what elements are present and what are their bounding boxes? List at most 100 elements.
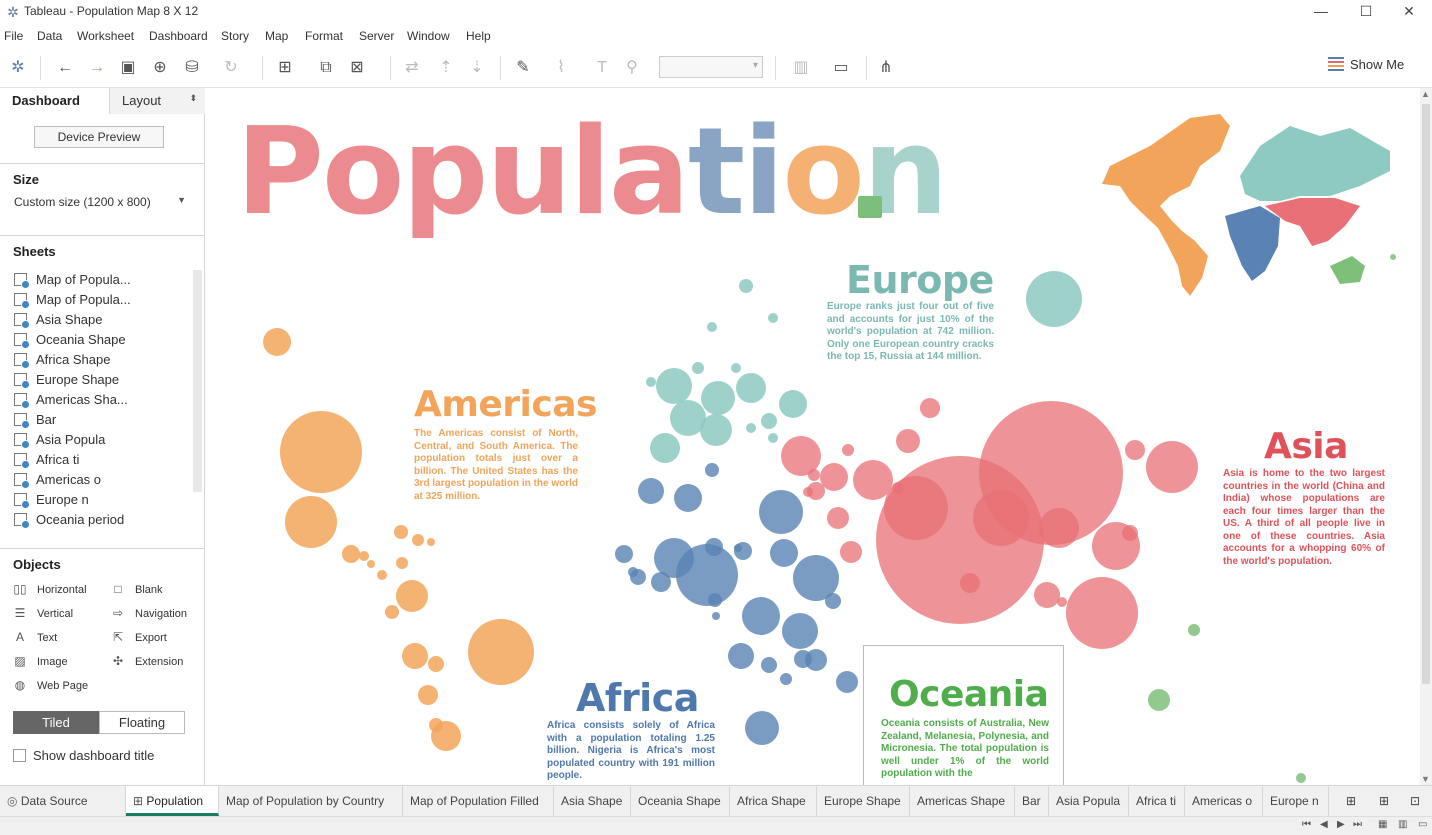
country-bubble[interactable]: [342, 545, 360, 563]
menu-data[interactable]: Data: [37, 29, 62, 43]
menu-worksheet[interactable]: Worksheet: [77, 29, 134, 43]
object-text[interactable]: A Text: [13, 630, 57, 644]
highlight-icon[interactable]: ✎: [512, 57, 534, 79]
country-bubble[interactable]: [705, 538, 723, 556]
country-bubble[interactable]: [396, 557, 408, 569]
object-web-page[interactable]: ◍ Web Page: [13, 678, 88, 692]
country-bubble[interactable]: [770, 539, 798, 567]
sheet-item[interactable]: Americas Sha...: [14, 392, 128, 410]
sheet-sorter-icon[interactable]: ▦: [1378, 819, 1387, 830]
country-bubble[interactable]: [650, 433, 680, 463]
country-bubble[interactable]: [428, 656, 444, 672]
country-bubble[interactable]: [745, 711, 779, 745]
object-blank[interactable]: □ Blank: [111, 582, 162, 596]
country-bubble[interactable]: [782, 613, 818, 649]
sheet-item[interactable]: Oceania period: [14, 512, 124, 530]
country-bubble[interactable]: [836, 671, 858, 693]
filmstrip-icon[interactable]: ▥: [1398, 819, 1407, 830]
tiled-toggle[interactable]: Tiled: [13, 711, 99, 734]
country-bubble[interactable]: [1057, 597, 1067, 607]
object-image[interactable]: ▨ Image: [13, 654, 67, 668]
country-bubble[interactable]: [761, 657, 777, 673]
country-bubble[interactable]: [840, 541, 862, 563]
country-bubble[interactable]: [674, 484, 702, 512]
menu-map[interactable]: Map: [265, 29, 288, 43]
tab-asia-shape[interactable]: Asia Shape: [554, 786, 631, 816]
country-bubble[interactable]: [394, 525, 408, 539]
new-data-source-icon[interactable]: ⊕: [149, 57, 171, 79]
sheet-item[interactable]: Americas o: [14, 472, 101, 490]
tab-map-population-filled[interactable]: Map of Population Filled: [403, 786, 554, 816]
country-bubble[interactable]: [768, 313, 778, 323]
sheet-item[interactable]: Africa ti: [14, 452, 79, 470]
scroll-thumb[interactable]: [1422, 104, 1430, 684]
menu-format[interactable]: Format: [305, 29, 343, 43]
country-bubble[interactable]: [359, 551, 369, 561]
country-bubble[interactable]: [1026, 271, 1082, 327]
tab-europe-n[interactable]: Europe n: [1263, 786, 1329, 816]
menu-server[interactable]: Server: [359, 29, 394, 43]
show-mark-labels-icon[interactable]: T: [591, 57, 613, 79]
object-vertical[interactable]: ☰ Vertical: [13, 606, 73, 620]
sheet-item[interactable]: Europe n: [14, 492, 89, 510]
bubble-map[interactable]: [206, 88, 1420, 785]
country-bubble[interactable]: [820, 463, 848, 491]
country-bubble[interactable]: [768, 433, 778, 443]
tab-europe-shape[interactable]: Europe Shape: [817, 786, 910, 816]
tableau-home-icon[interactable]: ✲: [7, 57, 29, 79]
new-dashboard-icon[interactable]: ⊞: [1372, 786, 1402, 816]
tab-data-source[interactable]: ◎ Data Source: [0, 786, 126, 816]
country-bubble[interactable]: [692, 362, 704, 374]
sheets-scrollbar[interactable]: [193, 270, 202, 492]
country-bubble[interactable]: [418, 685, 438, 705]
menu-window[interactable]: Window: [407, 29, 450, 43]
country-bubble[interactable]: [761, 413, 777, 429]
object-extension[interactable]: ✣ Extension: [111, 654, 183, 668]
country-bubble[interactable]: [1146, 441, 1198, 493]
device-preview-button[interactable]: Device Preview: [34, 126, 164, 148]
country-bubble[interactable]: [263, 328, 291, 356]
country-bubble[interactable]: [1125, 440, 1145, 460]
save-icon[interactable]: ▣: [117, 57, 139, 79]
country-bubble[interactable]: [731, 363, 741, 373]
country-bubble[interactable]: [656, 368, 692, 404]
share-icon[interactable]: ⋔: [875, 57, 897, 79]
object-horizontal[interactable]: ▯▯ Horizontal: [13, 582, 86, 596]
country-bubble[interactable]: [285, 496, 337, 548]
sort-descending-icon[interactable]: ⇣: [466, 57, 488, 79]
tab-dashboard[interactable]: Dashboard: [0, 88, 110, 114]
size-dropdown[interactable]: Custom size (1200 x 800) ▼: [14, 195, 190, 209]
new-worksheet-icon[interactable]: ⊞: [274, 57, 296, 79]
country-bubble[interactable]: [396, 580, 428, 612]
country-bubble[interactable]: [742, 597, 780, 635]
country-bubble[interactable]: [468, 619, 534, 685]
country-bubble[interactable]: [825, 593, 841, 609]
minimize-button[interactable]: —: [1298, 0, 1344, 24]
refresh-icon[interactable]: ↻: [220, 57, 242, 79]
duplicate-sheet-icon[interactable]: ⧉: [315, 57, 337, 79]
country-bubble[interactable]: [651, 572, 671, 592]
country-bubble[interactable]: [973, 490, 1029, 546]
country-bubble[interactable]: [808, 469, 820, 481]
scroll-up-icon[interactable]: ▲: [1421, 89, 1430, 99]
clear-sheet-icon[interactable]: ⊠: [346, 57, 368, 79]
tabs-view-icon[interactable]: ▭: [1418, 819, 1427, 830]
country-bubble[interactable]: [853, 460, 893, 500]
floating-toggle[interactable]: Floating: [99, 711, 185, 734]
tab-americas-shape[interactable]: Americas Shape: [910, 786, 1015, 816]
country-bubble[interactable]: [1390, 254, 1396, 260]
fit-dropdown[interactable]: [659, 56, 763, 78]
prev-sheet-icon[interactable]: ◀: [1320, 819, 1328, 830]
tab-layout[interactable]: Layout ⬍: [110, 88, 205, 114]
country-bubble[interactable]: [402, 643, 428, 669]
fix-axes-icon[interactable]: ⚲: [621, 57, 643, 79]
tab-africa-ti[interactable]: Africa ti: [1129, 786, 1185, 816]
show-dashboard-title-checkbox[interactable]: Show dashboard title: [13, 748, 154, 763]
country-bubble[interactable]: [1034, 582, 1060, 608]
country-bubble[interactable]: [431, 721, 461, 751]
sheet-item[interactable]: Map of Popula...: [14, 292, 131, 310]
new-worksheet-icon[interactable]: ⊞: [1339, 786, 1369, 816]
country-bubble[interactable]: [827, 507, 849, 529]
country-bubble[interactable]: [803, 487, 813, 497]
fit-view-icon[interactable]: ▥: [790, 57, 812, 79]
